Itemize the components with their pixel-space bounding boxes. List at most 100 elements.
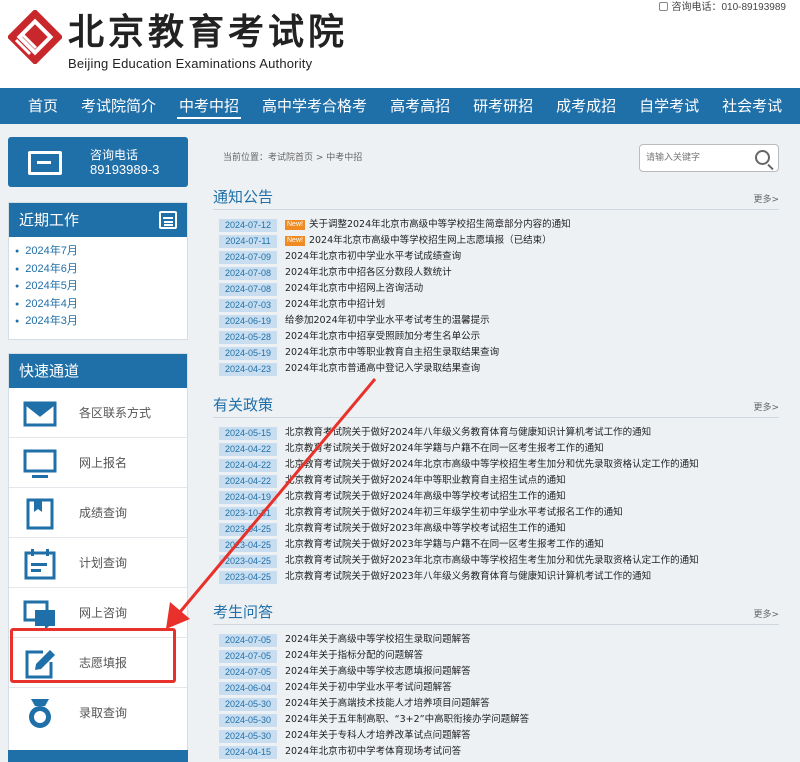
news-title-link[interactable]: 2024年北京市中招享受照顾加分考生名单公示 (285, 331, 480, 342)
news-title-link[interactable]: 北京教育考试院关于做好2023年学籍与户籍不在同一区考生报考工作的通知 (285, 539, 604, 550)
news-date: 2023-04-25 (219, 538, 277, 552)
news-title-link[interactable]: 2024年北京市中招各区分数段人数统计 (285, 267, 452, 278)
news-title-link[interactable]: 北京教育考试院关于做好2024年北京市高级中等学校招生考生加分和优先录取资格认定… (285, 459, 699, 470)
logo-icon[interactable] (8, 10, 62, 64)
site-title-cn: 北京教育考试院 (68, 11, 349, 53)
news-title-link[interactable]: 关于调整2024年北京市高级中等学校招生简章部分内容的通知 (309, 219, 571, 230)
news-row[interactable]: 2024-06-19 给参加2024年初中学业水平考试考生的温馨提示 (219, 313, 769, 329)
news-title-link[interactable]: 北京教育考试院关于做好2024年中等职业教育自主招生试点的通知 (285, 475, 566, 486)
quick-item-admission[interactable]: 录取查询 (9, 688, 187, 738)
news-row[interactable]: 2024-07-05 2024年关于高级中等学校招生录取问题解答 (219, 632, 769, 648)
quick-item-scores[interactable]: 成绩查询 (9, 488, 187, 538)
news-title-link[interactable]: 北京教育考试院关于做好2023年八年级义务教育体育与健康知识计算机考试工作的通知 (285, 571, 651, 582)
news-title-link[interactable]: 北京教育考试院关于做好2024年八年级义务教育体育与健康知识计算机考试工作的通知 (285, 427, 651, 438)
news-date: 2024-07-12 (219, 218, 277, 232)
news-title-link[interactable]: 2024年北京市初中学业水平考试成绩查询 (285, 251, 461, 262)
news-row[interactable]: 2024-04-22 北京教育考试院关于做好2024年中等职业教育自主招生试点的通… (219, 473, 769, 489)
more-link[interactable]: 更多> (753, 607, 779, 620)
chat-icon (23, 600, 55, 630)
nav-yankao[interactable]: 研考研招 (463, 88, 543, 124)
news-row[interactable]: 2024-04-22 北京教育考试院关于做好2024年北京市高级中等学校招生考生加… (219, 457, 769, 473)
news-row[interactable]: 2024-05-30 2024年关于五年制高职、“3+2”中高职衔接办学问题解答 (219, 712, 769, 728)
contact-card[interactable]: 咨询电话 89193989-3 (8, 137, 188, 187)
news-title-link[interactable]: 北京教育考试院关于做好2023年高级中等学校考试招生工作的通知 (285, 523, 566, 534)
news-title-link[interactable]: 2024年关于指标分配的问题解答 (285, 650, 423, 661)
recent-item[interactable]: 2024年4月 (15, 296, 187, 314)
nav-chengkao[interactable]: 成考成招 (546, 88, 626, 124)
news-title-link[interactable]: 2024年北京市中招计划 (285, 299, 385, 310)
nav-gaokao[interactable]: 高考高招 (380, 88, 460, 124)
news-row[interactable]: 2023-04-25 北京教育考试院关于做好2023年学籍与户籍不在同一区考生报考… (219, 537, 769, 553)
recent-item[interactable]: 2024年6月 (15, 261, 187, 279)
nav-zhongkao[interactable]: 中考中招 (169, 88, 249, 124)
search-input[interactable] (646, 150, 746, 166)
more-link[interactable]: 更多> (753, 192, 779, 205)
news-title-link[interactable]: 2024年关于高级中等学校招生录取问题解答 (285, 634, 471, 645)
news-title-link[interactable]: 2024年关于初中学业水平考试问题解答 (285, 682, 452, 693)
news-row[interactable]: 2024-07-12 New! 关于调整2024年北京市高级中等学校招生简章部分内容… (219, 217, 769, 233)
recent-work-panel: 近期工作 2024年7月 2024年6月 2024年5月 2024年4月 202… (8, 202, 188, 340)
news-title-link[interactable]: 北京教育考试院关于做好2024年初三年级学生初中学业水平考试报名工作的通知 (285, 507, 623, 518)
news-title-link[interactable]: 2024年关于高端技术技能人才培养项目问题解答 (285, 698, 490, 709)
news-row[interactable]: 2024-05-19 2024年北京市中等职业教育自主招生录取结果查询 (219, 345, 769, 361)
nav-xuekao[interactable]: 高中学考合格考 (252, 88, 377, 124)
news-row[interactable]: 2024-05-15 北京教育考试院关于做好2024年八年级义务教育体育与健康知识… (219, 425, 769, 441)
section-notices: 通知公告 更多> 2024-07-12 New! 关于调整2024年北京市高级中等学… (213, 186, 779, 386)
news-row[interactable]: 2023-04-25 北京教育考试院关于做好2023年高级中等学校考试招生工作的通… (219, 521, 769, 537)
news-title-link[interactable]: 2024年关于五年制高职、“3+2”中高职衔接办学问题解答 (285, 714, 529, 725)
qa-list: 2024-07-05 2024年关于高级中等学校招生录取问题解答 2024-07-0… (219, 632, 769, 760)
news-title-link[interactable]: 北京教育考试院关于做好2024年学籍与户籍不在同一区考生报考工作的通知 (285, 443, 604, 454)
recent-item[interactable]: 2024年5月 (15, 278, 187, 296)
news-row[interactable]: 2024-07-08 2024年北京市中招各区分数段人数统计 (219, 265, 769, 281)
news-row[interactable]: 2024-04-19 北京教育考试院关于做好2024年高级中等学校考试招生工作的通… (219, 489, 769, 505)
news-title-link[interactable]: 2024年北京市高级中等学校招生网上志愿填报（已结束） (309, 235, 552, 246)
news-row[interactable]: 2024-04-22 北京教育考试院关于做好2024年学籍与户籍不在同一区考生报考… (219, 441, 769, 457)
news-row[interactable]: 2023-04-25 北京教育考试院关于做好2023年北京市高级中等学校招生考生加… (219, 553, 769, 569)
news-row[interactable]: 2024-06-04 2024年关于初中学业水平考试问题解答 (219, 680, 769, 696)
news-date: 2024-06-04 (219, 681, 277, 695)
news-row[interactable]: 2024-07-03 2024年北京市中招计划 (219, 297, 769, 313)
contact-label: 咨询电话 (90, 148, 139, 162)
recent-item[interactable]: 2024年3月 (15, 313, 187, 331)
nav-about[interactable]: 考试院简介 (71, 88, 166, 124)
news-row[interactable]: 2024-04-15 2024年北京市初中学考体育现场考试问答 (219, 744, 769, 760)
quick-item-online-signup[interactable]: 网上报名 (9, 438, 187, 488)
nav-zikao[interactable]: 自学考试 (629, 88, 709, 124)
search-box (639, 144, 779, 172)
news-row[interactable]: 2024-07-11 New! 2024年北京市高级中等学校招生网上志愿填报（已结束… (219, 233, 769, 249)
section-divider (213, 209, 779, 210)
news-title-link[interactable]: 给参加2024年初中学业水平考试考生的温馨提示 (285, 315, 490, 326)
nav-shehui[interactable]: 社会考试 (712, 88, 792, 124)
news-title-link[interactable]: 2024年关于高级中等学校志愿填报问题解答 (285, 666, 471, 677)
news-row[interactable]: 2024-05-30 2024年关于高端技术技能人才培养项目问题解答 (219, 696, 769, 712)
news-title-link[interactable]: 北京教育考试院关于做好2023年北京市高级中等学校招生考生加分和优先录取资格认定… (285, 555, 699, 566)
news-title-link[interactable]: 2024年北京市中招网上咨询活动 (285, 283, 423, 294)
news-title-link[interactable]: 2024年北京市普通高中登记入学录取结果查询 (285, 363, 480, 374)
news-date: 2024-04-22 (219, 442, 277, 456)
news-title-link[interactable]: 2024年北京市初中学考体育现场考试问答 (285, 746, 461, 757)
site-title-en: Beijing Education Examinations Authority (68, 56, 313, 71)
nav-home[interactable]: 首页 (18, 88, 68, 124)
news-row[interactable]: 2024-07-09 2024年北京市初中学业水平考试成绩查询 (219, 249, 769, 265)
news-row[interactable]: 2024-07-08 2024年北京市中招网上咨询活动 (219, 281, 769, 297)
search-icon[interactable] (755, 150, 770, 165)
quick-item-label: 网上报名 (79, 456, 128, 470)
news-row[interactable]: 2024-05-28 2024年北京市中招享受照顾加分考生名单公示 (219, 329, 769, 345)
quick-item-contacts[interactable]: 各区联系方式 (9, 388, 187, 438)
news-row[interactable]: 2023-04-25 北京教育考试院关于做好2023年八年级义务教育体育与健康知识… (219, 569, 769, 585)
site-header: 北京教育考试院 Beijing Education Examinations A… (0, 0, 800, 88)
quick-item-plans[interactable]: 计划查询 (9, 538, 187, 588)
notice-list: 2024-07-12 New! 关于调整2024年北京市高级中等学校招生简章部分内容… (219, 217, 769, 377)
news-title-link[interactable]: 2024年关于专科人才培养改革试点问题解答 (285, 730, 471, 741)
more-link[interactable]: 更多> (753, 400, 779, 413)
recent-item[interactable]: 2024年7月 (15, 243, 187, 261)
news-row[interactable]: 2024-07-05 2024年关于指标分配的问题解答 (219, 648, 769, 664)
news-date: 2024-05-30 (219, 713, 277, 727)
news-row[interactable]: 2024-05-30 2024年关于专科人才培养改革试点问题解答 (219, 728, 769, 744)
news-row[interactable]: 2024-04-23 2024年北京市普通高中登记入学录取结果查询 (219, 361, 769, 377)
news-title-link[interactable]: 2024年北京市中等职业教育自主招生录取结果查询 (285, 347, 499, 358)
news-row[interactable]: 2024-07-05 2024年关于高级中等学校志愿填报问题解答 (219, 664, 769, 680)
news-row[interactable]: 2023-10-31 北京教育考试院关于做好2024年初三年级学生初中学业水平考试… (219, 505, 769, 521)
news-date: 2024-05-30 (219, 697, 277, 711)
news-title-link[interactable]: 北京教育考试院关于做好2024年高级中等学校考试招生工作的通知 (285, 491, 566, 502)
